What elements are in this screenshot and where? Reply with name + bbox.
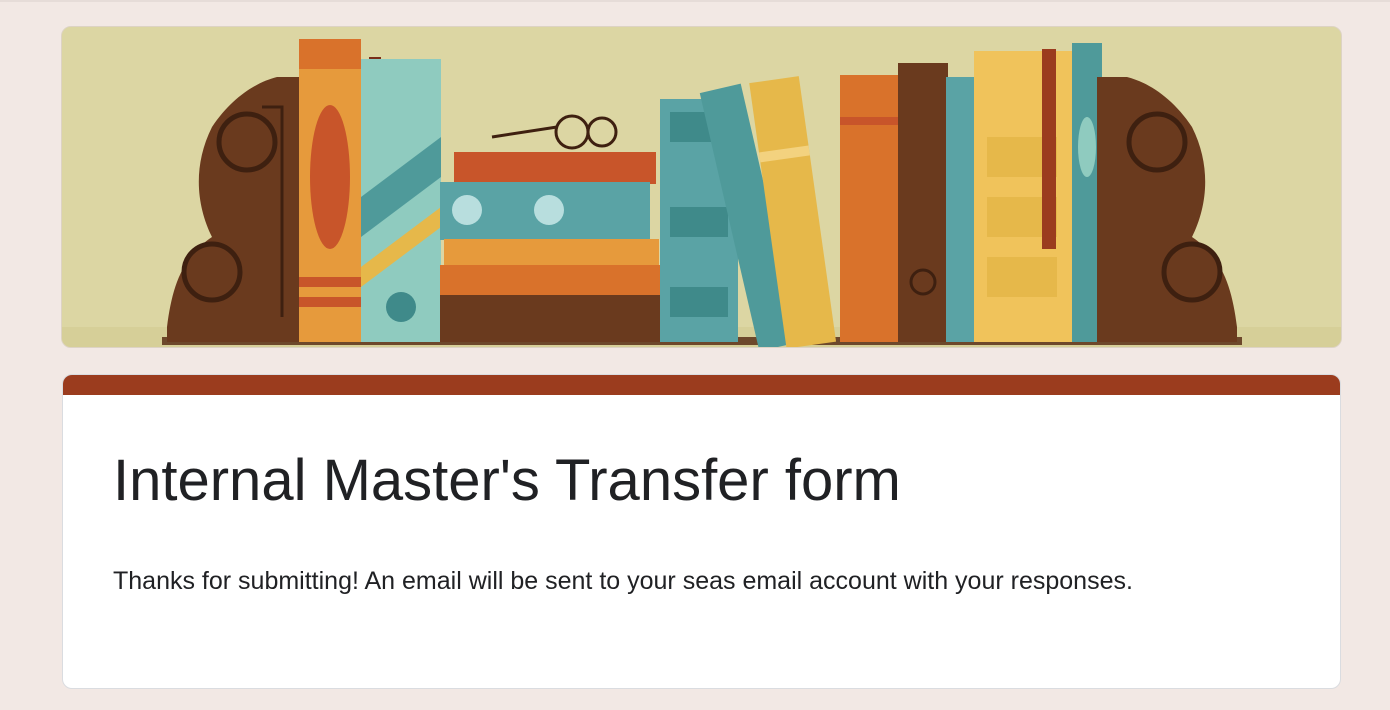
form-title: Internal Master's Transfer form (113, 448, 901, 513)
form-page: Internal Master's Transfer form Thanks f… (0, 0, 1390, 710)
header-banner-image (61, 26, 1342, 348)
form-header-card: Internal Master's Transfer form Thanks f… (62, 374, 1341, 689)
card-accent-bar (63, 375, 1340, 395)
orange-book-icon (299, 39, 361, 342)
bookshelf-illustration (62, 27, 1341, 347)
teal-book-icon (361, 59, 441, 342)
confirmation-message: Thanks for submitting! An email will be … (113, 567, 1133, 595)
top-divider (0, 0, 1390, 2)
